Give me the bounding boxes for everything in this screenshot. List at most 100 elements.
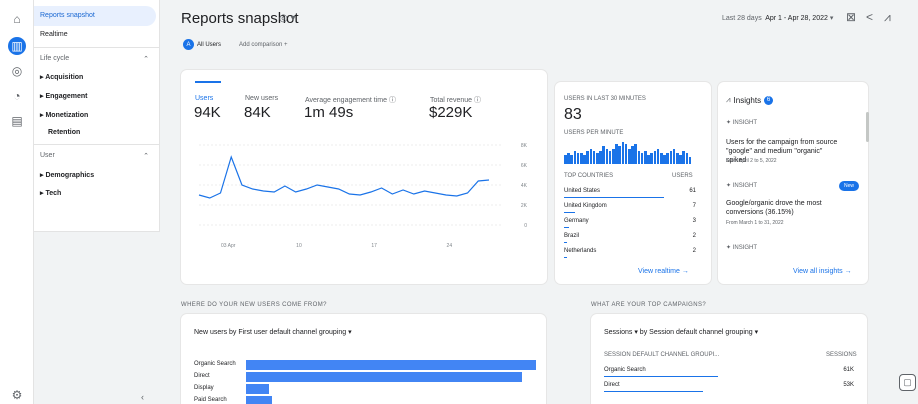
channel-label: Direct — [604, 382, 620, 388]
per-minute-bar[interactable] — [624, 144, 628, 164]
sidebar-group-user[interactable]: User — [40, 152, 55, 159]
per-minute-bar[interactable] — [618, 146, 621, 164]
per-minute-bar[interactable] — [602, 146, 605, 164]
per-minute-bar[interactable] — [647, 155, 650, 164]
per-minute-bar[interactable] — [621, 142, 625, 164]
chevron-up-icon[interactable]: ⌃ — [143, 55, 149, 63]
per-minute-bar[interactable] — [669, 150, 673, 164]
per-minute-bar[interactable] — [672, 148, 676, 164]
per-minute-bar[interactable] — [608, 150, 612, 164]
add-comparison-button[interactable]: Add comparison + — [239, 38, 288, 51]
sidebar-item-demographics[interactable]: ▸ Demographics — [40, 171, 94, 179]
per-minute-bar[interactable] — [656, 148, 660, 164]
per-minute-bar[interactable] — [634, 144, 637, 164]
channel-bar[interactable] — [246, 360, 536, 370]
chevron-down-icon[interactable]: ▾ — [291, 13, 296, 24]
new-users-dimension-dropdown[interactable]: New users by First user default channel … — [194, 328, 352, 336]
sidebar-item-retention[interactable]: Retention — [48, 129, 80, 136]
session-count: 53K — [843, 382, 854, 388]
per-minute-bar[interactable] — [586, 150, 589, 164]
y-tick-label: 0 — [524, 223, 527, 229]
configure-icon[interactable]: ▤ — [8, 112, 26, 130]
feedback-chat-icon[interactable]: ▢ — [899, 374, 916, 391]
date-range-picker[interactable]: Last 28 days Apr 1 - Apr 28, 2022 ▾ — [722, 14, 833, 22]
explore-icon[interactable]: ◎ — [8, 62, 26, 80]
per-minute-bar[interactable] — [653, 150, 657, 164]
channel-bar[interactable] — [246, 384, 270, 394]
campaigns-metric-dropdown[interactable]: Sessions ▾ by Session default channel gr… — [604, 328, 758, 336]
channel-bar[interactable] — [246, 396, 273, 404]
metric-selected-indicator — [195, 81, 221, 83]
sidebar-divider — [34, 47, 160, 48]
per-minute-bar[interactable] — [685, 153, 689, 164]
users-per-minute-bars — [564, 140, 692, 164]
per-minute-bar[interactable] — [679, 155, 682, 164]
check-circle-icon[interactable]: ◎ — [279, 13, 288, 24]
collapse-sidebar-icon[interactable]: ‹ — [141, 392, 144, 402]
chevron-up-icon[interactable]: ⌃ — [143, 152, 149, 160]
sidebar-item-acquisition[interactable]: ▸ Acquisition — [40, 73, 83, 81]
sidebar-item-label: Tech — [45, 190, 62, 197]
country-name: Germany — [564, 218, 589, 224]
per-minute-bar[interactable] — [589, 148, 593, 164]
campaigns-section-title: WHAT ARE YOUR TOP CAMPAIGNS? — [591, 302, 707, 308]
sidebar-item-label: Engagement — [45, 93, 88, 100]
sidebar-item-monetization[interactable]: ▸ Monetization — [40, 111, 88, 119]
sidebar-item-realtime[interactable]: Realtime — [40, 31, 68, 38]
customize-report-icon[interactable]: ⊠ — [846, 10, 856, 24]
users-series-line[interactable] — [198, 155, 490, 199]
per-minute-bar[interactable] — [650, 153, 653, 164]
country-share-bar — [564, 212, 576, 213]
metric-value-engagement-time[interactable]: 1m 49s — [304, 104, 353, 121]
view-all-insights-link[interactable]: View all insights → — [793, 268, 852, 275]
insight-tag-label: INSIGHT — [732, 183, 758, 189]
sidebar-item-tech[interactable]: ▸ Tech — [40, 189, 61, 197]
per-minute-bar[interactable] — [567, 153, 570, 164]
per-minute-bar[interactable] — [666, 153, 669, 164]
per-minute-bar[interactable] — [631, 146, 634, 164]
metric-value-users[interactable]: 94K — [194, 104, 221, 121]
per-minute-bar[interactable] — [615, 144, 618, 164]
help-icon[interactable]: ⓘ — [389, 97, 396, 104]
per-minute-bar[interactable] — [599, 150, 602, 164]
share-icon[interactable]: < — [866, 10, 873, 24]
per-minute-bar[interactable] — [592, 150, 596, 164]
per-minute-bar[interactable] — [576, 153, 580, 164]
help-icon[interactable]: ⓘ — [474, 97, 481, 104]
per-minute-bar[interactable] — [570, 155, 573, 164]
sidebar-item-engagement[interactable]: ▸ Engagement — [40, 92, 87, 100]
insights-scrollbar[interactable] — [866, 112, 869, 142]
per-minute-bar[interactable] — [583, 155, 586, 164]
all-users-chip[interactable]: A All Users — [183, 38, 221, 51]
home-icon[interactable]: ⌂ — [8, 10, 26, 28]
per-minute-bar[interactable] — [637, 150, 641, 164]
per-minute-bar[interactable] — [682, 150, 685, 164]
sidebar-item-reports-snapshot[interactable]: Reports snapshot — [34, 6, 156, 26]
title-status-icons[interactable]: ◎ ▾ — [279, 13, 296, 24]
insights-count-badge: 6 — [764, 95, 774, 105]
reports-icon[interactable]: ▥ — [8, 37, 26, 55]
channel-label: Organic Search — [604, 367, 646, 373]
per-minute-bar[interactable] — [688, 157, 692, 164]
metric-label-new-users[interactable]: New users — [245, 95, 278, 102]
metric-label-text: Average engagement time — [305, 97, 387, 104]
sidebar-group-life-cycle[interactable]: Life cycle — [40, 55, 69, 62]
channel-label: Display — [194, 385, 214, 391]
insight-date: From April 2 to 5, 2022 — [726, 158, 777, 164]
per-minute-bar[interactable] — [663, 155, 666, 164]
per-minute-bar[interactable] — [605, 148, 609, 164]
view-realtime-link[interactable]: View realtime → — [638, 268, 689, 275]
metric-value-total-revenue[interactable]: $229K — [429, 104, 472, 121]
per-minute-bar[interactable] — [573, 150, 577, 164]
sidebar-item-label: Monetization — [45, 112, 89, 119]
metric-value-new-users[interactable]: 84K — [244, 104, 271, 121]
country-user-count: 3 — [692, 218, 696, 224]
metric-label-users[interactable]: Users — [195, 95, 213, 102]
advertising-icon[interactable]: ◔ — [8, 87, 26, 105]
channel-bar[interactable] — [246, 372, 522, 382]
per-minute-bar[interactable] — [640, 153, 644, 164]
insight-text[interactable]: Google/organic drove the most conversion… — [726, 199, 844, 217]
settings-gear-icon[interactable]: ⚙ — [8, 386, 26, 404]
insights-trend-icon[interactable]: ⩘ — [884, 10, 891, 25]
session-share-bar — [604, 376, 718, 377]
